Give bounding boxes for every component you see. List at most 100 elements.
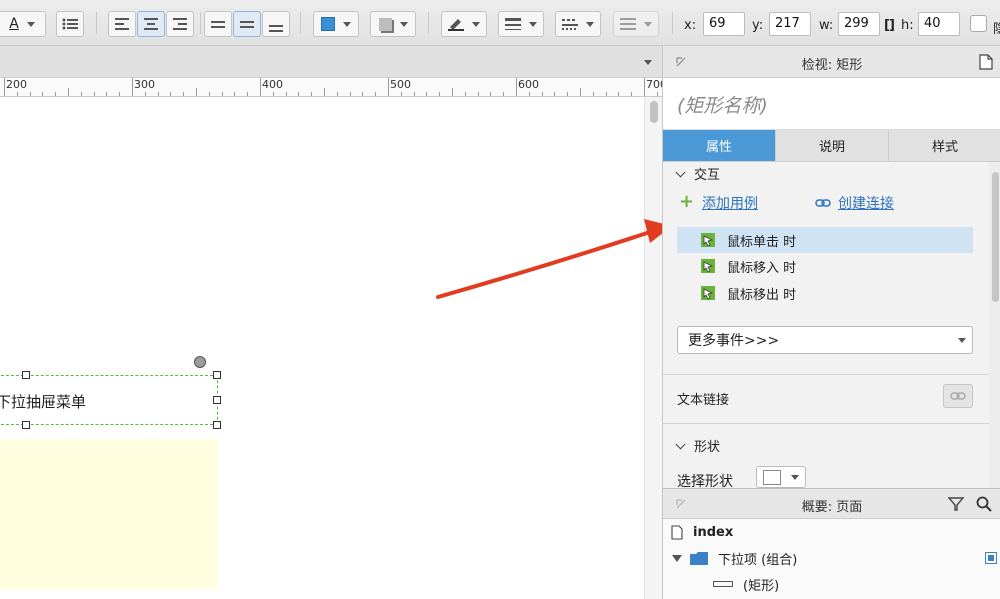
lock-ratio-icon[interactable]: []: [884, 18, 895, 33]
ruler-tick: [119, 92, 120, 96]
inspector-scrollbar[interactable]: [989, 162, 1000, 488]
shape-text: 下拉抽屉菜单: [0, 393, 87, 411]
font-color-icon: A: [9, 16, 19, 32]
y-input[interactable]: 217: [769, 12, 811, 36]
line-style-button[interactable]: [555, 11, 601, 37]
shape-picker[interactable]: [756, 466, 806, 488]
h-label: h:: [901, 18, 914, 33]
ruler-tick: [337, 92, 338, 96]
event-label: 鼠标单击 时: [727, 234, 797, 250]
scrollbar-thumb[interactable]: [992, 172, 999, 302]
outline-item-label: (矩形): [743, 578, 780, 594]
align-center-icon: [144, 18, 158, 30]
event-item-click[interactable]: 鼠标单击 时: [677, 227, 973, 253]
divider: [200, 12, 201, 34]
ruler-tick: [222, 92, 223, 96]
ruler-tick: [593, 92, 594, 96]
ruler-tick: [132, 78, 133, 96]
tab-notes[interactable]: 说明: [776, 130, 889, 161]
font-color-button[interactable]: A: [0, 11, 46, 37]
drawer-panel[interactable]: [0, 439, 218, 589]
h-input[interactable]: 40: [918, 12, 960, 36]
ruler-tick: [426, 92, 427, 96]
ruler-tick: [657, 92, 658, 96]
ruler-tick: [401, 92, 402, 96]
line-color-button[interactable]: [441, 11, 487, 37]
cursor-event-icon: [701, 286, 715, 300]
outline-item-group[interactable]: 下拉项 (组合): [663, 545, 1000, 571]
create-link-link[interactable]: 创建连接: [838, 193, 894, 213]
inspector-tabs: 属性 说明 样式: [663, 130, 1000, 162]
resize-handle[interactable]: [213, 371, 221, 379]
divider: [672, 12, 673, 34]
event-item-mouse-enter[interactable]: 鼠标移入 时: [677, 253, 973, 279]
section-interactions[interactable]: 交互: [675, 164, 720, 183]
align-top-button[interactable]: [204, 11, 232, 37]
align-middle-button[interactable]: [233, 11, 261, 37]
divider: [300, 12, 301, 34]
tab-style[interactable]: 样式: [889, 130, 1000, 161]
y-label: y:: [752, 18, 764, 33]
event-item-mouse-leave[interactable]: 鼠标移出 时: [677, 280, 973, 306]
line-weight-button[interactable]: [498, 11, 544, 37]
section-shape[interactable]: 形状: [675, 436, 720, 455]
scrollbar-thumb[interactable]: [650, 101, 658, 123]
design-canvas[interactable]: 下拉抽屉菜单: [0, 97, 644, 599]
w-label: w:: [819, 18, 834, 33]
outline-item-page[interactable]: index: [663, 519, 1000, 545]
ruler-tick: [298, 92, 299, 96]
canvas-tab-strip: [0, 46, 662, 78]
align-bottom-button[interactable]: [262, 11, 290, 37]
ruler-label: 200: [6, 78, 27, 91]
ruler-tick: [362, 92, 363, 96]
align-top-icon: [211, 20, 225, 28]
inspector-header: 检视: 矩形: [663, 46, 1000, 78]
arrow-style-button[interactable]: [613, 11, 659, 37]
chevron-down-icon: [675, 439, 686, 450]
chevron-down-icon[interactable]: [644, 60, 652, 65]
ruler-tick: [567, 92, 568, 96]
align-center-button[interactable]: [137, 11, 165, 37]
align-right-button[interactable]: [166, 11, 194, 37]
outline-item-label: 下拉项 (组合): [718, 552, 798, 568]
divider: [428, 12, 429, 34]
filter-icon[interactable]: [948, 496, 966, 512]
link-icon: [815, 199, 831, 207]
resize-handle[interactable]: [213, 396, 221, 404]
tab-properties[interactable]: 属性: [663, 130, 776, 161]
page-icon[interactable]: [979, 54, 993, 70]
w-input[interactable]: 299: [838, 12, 880, 36]
ruler-tick: [17, 92, 18, 96]
shape-name-field[interactable]: (矩形名称): [663, 78, 1000, 130]
resize-handle[interactable]: [22, 421, 30, 429]
x-label: x:: [684, 18, 697, 33]
ruler-tick: [30, 92, 31, 96]
align-bottom-icon: [269, 24, 283, 32]
expand-triangle-icon[interactable]: [672, 554, 682, 562]
text-link-button[interactable]: [943, 384, 973, 408]
selection-indicator-icon: [985, 552, 997, 564]
bullet-list-button[interactable]: [56, 11, 84, 37]
hidden-checkbox[interactable]: [970, 15, 987, 32]
shadow-button[interactable]: [370, 11, 416, 37]
resize-handle[interactable]: [213, 421, 221, 429]
outline-item-rectangle[interactable]: (矩形): [663, 571, 1000, 597]
x-input[interactable]: 69: [703, 12, 745, 36]
align-left-button[interactable]: [108, 11, 136, 37]
ruler-tick: [311, 92, 312, 96]
canvas-scrollbar[interactable]: [644, 97, 662, 599]
ruler-tick: [170, 92, 171, 96]
search-icon[interactable]: [976, 496, 992, 512]
ruler-tick: [145, 92, 146, 96]
resize-handle[interactable]: [22, 371, 30, 379]
more-events-dropdown[interactable]: 更多事件>>>: [677, 326, 973, 354]
event-label: 鼠标移入 时: [727, 260, 797, 276]
ruler-tick: [388, 78, 389, 96]
fill-color-button[interactable]: [313, 11, 359, 37]
ruler-tick: [68, 88, 69, 96]
rotate-handle[interactable]: [194, 356, 206, 368]
add-case-link[interactable]: 添加用例: [702, 193, 758, 213]
rectangle-icon: [713, 581, 733, 587]
shadow-icon: [378, 17, 392, 31]
inspector-title: 检视: 矩形: [801, 58, 863, 73]
